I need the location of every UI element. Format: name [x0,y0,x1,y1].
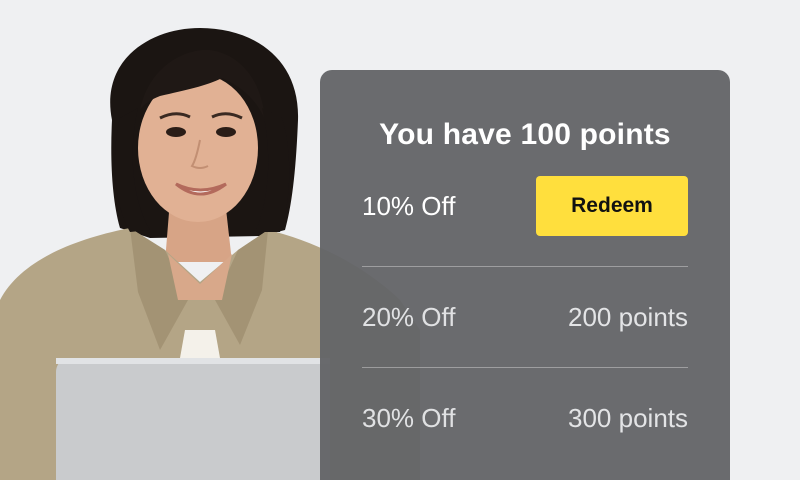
reward-list: 10% Off Redeem 20% Off 200 points 30% Of… [362,176,688,468]
reward-row-30: 30% Off 300 points [362,368,688,468]
reward-cost: 200 points [568,301,688,332]
redeem-button[interactable]: Redeem [536,176,688,236]
reward-row-10: 10% Off Redeem [362,176,688,267]
rewards-card: You have 100 points 10% Off Redeem 20% O… [320,70,730,480]
reward-label: 10% Off [362,190,456,221]
reward-label: 30% Off [362,402,456,433]
points-balance-title: You have 100 points [379,118,671,151]
reward-label: 20% Off [362,301,456,332]
reward-cost: 300 points [568,402,688,433]
promo-stage: You have 100 points 10% Off Redeem 20% O… [0,0,800,480]
reward-row-20: 20% Off 200 points [362,267,688,368]
